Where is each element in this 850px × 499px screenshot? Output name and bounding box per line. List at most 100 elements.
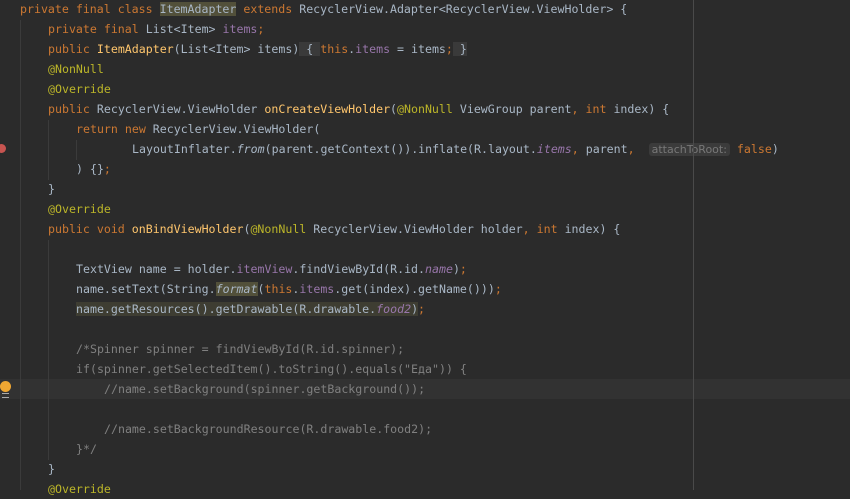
code-token: ItemAdapter	[96, 42, 174, 56]
code-token: items	[222, 22, 258, 36]
code-token: }	[452, 42, 467, 56]
code-token: ;	[103, 162, 111, 176]
code-token: )	[411, 302, 419, 316]
code-token: if(spinner.getSelectedItem().toString().…	[76, 362, 467, 376]
code-token: @Override	[48, 82, 111, 96]
code-token: index) {	[613, 102, 670, 116]
breakpoint-icon[interactable]	[0, 144, 6, 153]
code-line[interactable]: @Override	[0, 479, 850, 499]
indent-guide	[48, 120, 49, 180]
code-token: ;	[257, 22, 265, 36]
code-line[interactable]	[0, 399, 850, 419]
code-text: public RecyclerView.ViewHolder onCreateV…	[48, 99, 669, 119]
parameter-hint: attachToRoot:	[648, 143, 730, 156]
code-text: LayoutInflater.from(parent.getContext())…	[132, 139, 779, 160]
code-line[interactable]: public void onBindViewHolder(@NonNull Re…	[0, 219, 850, 239]
code-token: index) {	[564, 222, 621, 236]
code-line[interactable]: name.getResources().getDrawable(R.drawab…	[0, 299, 850, 319]
code-token: RecyclerView.Adapter<RecyclerView.ViewHo…	[299, 2, 628, 16]
code-text: }	[48, 459, 55, 479]
code-token: )	[771, 142, 779, 156]
code-token: extends	[236, 2, 300, 16]
code-text: //name.setBackground(spinner.getBackgrou…	[104, 379, 425, 399]
code-token: public void	[48, 222, 132, 236]
code-line[interactable]: }	[0, 179, 850, 199]
code-token: ;	[459, 262, 467, 276]
code-token: ,	[571, 142, 586, 156]
code-token: this	[320, 42, 349, 56]
code-line[interactable]: LayoutInflater.from(parent.getContext())…	[0, 139, 850, 159]
code-text: @Override	[48, 199, 111, 219]
code-text: ) {};	[76, 159, 111, 179]
code-token: parent	[585, 142, 628, 156]
code-line[interactable]: @Override	[0, 79, 850, 99]
code-line[interactable]: }*/	[0, 439, 850, 459]
code-token: int	[536, 222, 565, 236]
code-text: /*Spinner spinner = findViewById(R.id.sp…	[76, 339, 404, 359]
code-text: //name.setBackgroundResource(R.drawable.…	[104, 419, 432, 439]
code-token: }*/	[76, 442, 97, 456]
code-token: this	[264, 282, 293, 296]
code-token: private final	[48, 22, 146, 36]
code-token: .findViewById(R.id.	[292, 262, 426, 276]
code-line[interactable]: public ItemAdapter(List<Item> items) { t…	[0, 39, 850, 59]
code-text: public ItemAdapter(List<Item> items) { t…	[48, 39, 467, 59]
code-token: public	[48, 42, 97, 56]
code-line[interactable]: }	[0, 459, 850, 479]
code-token: ;	[418, 302, 426, 316]
code-token: private final class	[20, 2, 160, 16]
code-token: .get(index).getName()))	[334, 282, 495, 296]
code-token: @Override	[48, 202, 111, 216]
code-token: ) {}	[76, 162, 104, 176]
code-line[interactable]: private final class ItemAdapter extends …	[0, 0, 850, 19]
code-token: ,	[571, 102, 586, 116]
code-line[interactable]: //name.setBackground(spinner.getBackgrou…	[0, 379, 850, 399]
code-text: @Override	[48, 79, 111, 99]
lightbulb-intention-icon[interactable]	[0, 381, 11, 398]
code-token: onCreateViewHolder	[264, 102, 391, 116]
code-line[interactable]	[0, 319, 850, 339]
code-token: @NonNull	[397, 102, 453, 116]
code-token: RecyclerView.ViewHolder(	[152, 122, 321, 136]
code-token: //name.setBackgroundResource(R.drawable.…	[104, 422, 433, 436]
code-line[interactable]: ) {};	[0, 159, 850, 179]
code-line[interactable]	[0, 239, 850, 259]
code-token: ViewGroup parent	[452, 102, 572, 116]
code-token: food2	[376, 302, 412, 316]
code-line[interactable]: //name.setBackgroundResource(R.drawable.…	[0, 419, 850, 439]
code-line[interactable]: return new RecyclerView.ViewHolder(	[0, 119, 850, 139]
code-text: @NonNull	[48, 59, 104, 79]
code-token: TextView name = holder.	[76, 262, 237, 276]
code-line[interactable]: @NonNull	[0, 59, 850, 79]
code-token: public	[48, 102, 97, 116]
code-token: = items	[390, 42, 446, 56]
indent-guide	[20, 20, 21, 490]
code-line[interactable]: TextView name = holder.itemView.findView…	[0, 259, 850, 279]
code-token: @NonNull	[48, 62, 104, 76]
code-line[interactable]: private final List<Item> items;	[0, 19, 850, 39]
code-line[interactable]: name.setText(String.format(this.items.ge…	[0, 279, 850, 299]
code-line[interactable]: public RecyclerView.ViewHolder onCreateV…	[0, 99, 850, 119]
code-token: items	[355, 42, 391, 56]
code-token: return new	[76, 122, 153, 136]
code-token: {	[299, 42, 321, 56]
code-line[interactable]: /*Spinner spinner = findViewById(R.id.sp…	[0, 339, 850, 359]
code-token: ItemAdapter	[159, 2, 237, 16]
indent-guide	[76, 140, 77, 160]
indent-guide	[48, 240, 49, 460]
code-line[interactable]: @Override	[0, 199, 850, 219]
code-token: }	[48, 462, 55, 476]
right-margin-guide	[693, 0, 694, 490]
code-line[interactable]: if(spinner.getSelectedItem().toString().…	[0, 359, 850, 379]
code-token: format	[215, 282, 258, 296]
code-token: (parent.getContext()).inflate(R.layout.	[264, 142, 537, 156]
code-text: }*/	[76, 439, 97, 459]
code-text: public void onBindViewHolder(@NonNull Re…	[48, 219, 620, 239]
code-token: ,	[522, 222, 537, 236]
code-text: TextView name = holder.itemView.findView…	[76, 259, 467, 279]
code-token: name	[425, 262, 453, 276]
code-token: itemView	[236, 262, 293, 276]
code-token: items	[536, 142, 572, 156]
code-token: (List<Item> items)	[173, 42, 300, 56]
